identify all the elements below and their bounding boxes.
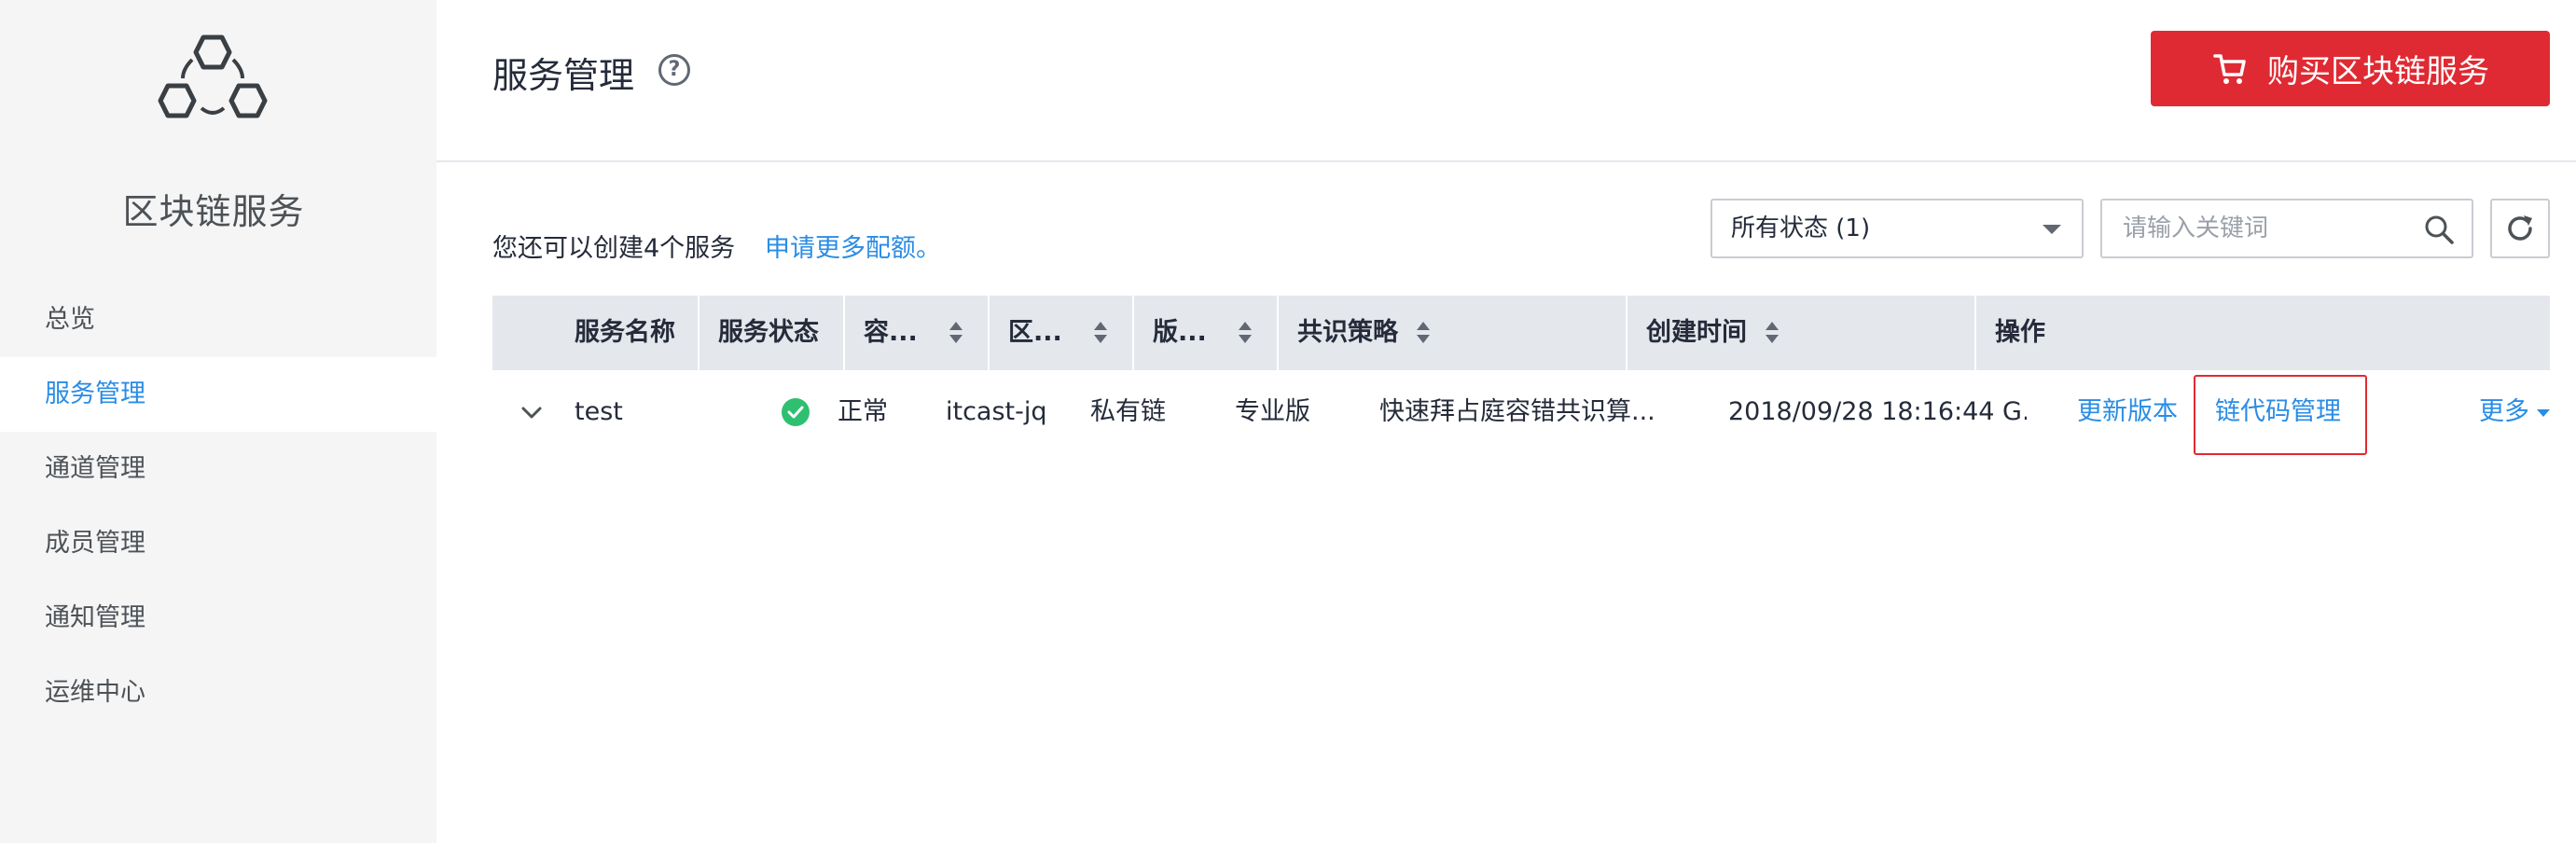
chevron-down-icon [2537,408,2550,417]
column-header-consensus[interactable]: 共识策略 [1279,296,1627,370]
refresh-button[interactable] [2490,199,2550,258]
chevron-down-icon[interactable] [520,401,543,423]
search-icon[interactable] [2423,214,2455,245]
sidebar-item-ops-center[interactable]: 运维中心 [0,656,436,730]
column-header-container[interactable]: 容... [845,296,990,370]
page-header: 服务管理 ? 购买区块链服务 [436,0,2576,162]
sort-icon[interactable] [1094,322,1107,346]
column-header-service-status: 服务状态 [699,296,845,370]
cell-consensus: 快速拜占庭容错共识算... [1379,397,1655,426]
brand-title: 区块链服务 [122,191,305,232]
column-header-actions: 操作 [1995,318,2045,347]
apply-more-quota-link[interactable]: 申请更多配额。 [765,228,941,264]
column-header-created-time[interactable]: 创建时间 [1627,296,1976,370]
sidebar-item-member-management[interactable]: 成员管理 [0,506,436,581]
table-header: 服务名称 服务状态 容... 区... 版... 共识策略 创建时间 操作 [492,296,2550,370]
sidebar-item-service-management[interactable]: 服务管理 [0,357,436,432]
sidebar-nav: 总览 服务管理 通道管理 成员管理 通知管理 运维中心 [0,283,436,730]
sort-icon[interactable] [949,322,963,346]
column-header-edition[interactable]: 版... [1134,296,1279,370]
cell-edition: 专业版 [1235,397,1310,426]
sort-icon[interactable] [1417,322,1430,346]
update-version-link[interactable]: 更新版本 [2058,370,2198,454]
sort-icon[interactable] [1239,322,1252,346]
app-root: 区块链服务 总览 服务管理 通道管理 成员管理 通知管理 运维中心 服务管理 ?… [0,0,2576,843]
sidebar-item-overview[interactable]: 总览 [0,283,436,357]
column-header-chain-type[interactable]: 区... [990,296,1134,370]
cell-created-time: 2018/09/28 18:16:44 G... [1728,397,2027,426]
status-ok-icon [782,398,810,426]
buy-button-label: 购买区块链服务 [2267,53,2489,90]
quota-text: 您还可以创建4个服务 [492,234,736,263]
sort-icon[interactable] [1766,322,1779,346]
sidebar-item-channel-management[interactable]: 通道管理 [0,432,436,506]
sidebar: 区块链服务 总览 服务管理 通道管理 成员管理 通知管理 运维中心 [0,0,436,843]
cart-icon [2213,53,2246,84]
column-header-service-name[interactable]: 服务名称 [492,296,699,370]
blockchain-logo-icon [158,35,268,118]
status-filter-select[interactable]: 所有状态 (1) [1710,199,2084,258]
sidebar-item-notification-management[interactable]: 通知管理 [0,581,436,656]
buy-blockchain-service-button[interactable]: 购买区块链服务 [2151,31,2550,106]
search-box [2100,199,2473,258]
chaincode-management-highlight [2194,375,2367,455]
cell-chain-type: 私有链 [1090,397,1166,426]
cell-service-name[interactable]: test [556,370,696,454]
more-actions-dropdown[interactable]: 更多 [2460,370,2563,454]
page-title: 服务管理 [492,55,635,96]
cell-container: itcast-jq [946,397,1047,426]
status-filter-value: 所有状态 (1) [1731,214,1871,242]
cell-service-status: 正常 [838,397,888,426]
search-input[interactable] [2102,200,2410,256]
chevron-down-icon [2043,225,2061,234]
refresh-icon [2508,215,2532,241]
help-icon[interactable]: ? [658,54,690,86]
